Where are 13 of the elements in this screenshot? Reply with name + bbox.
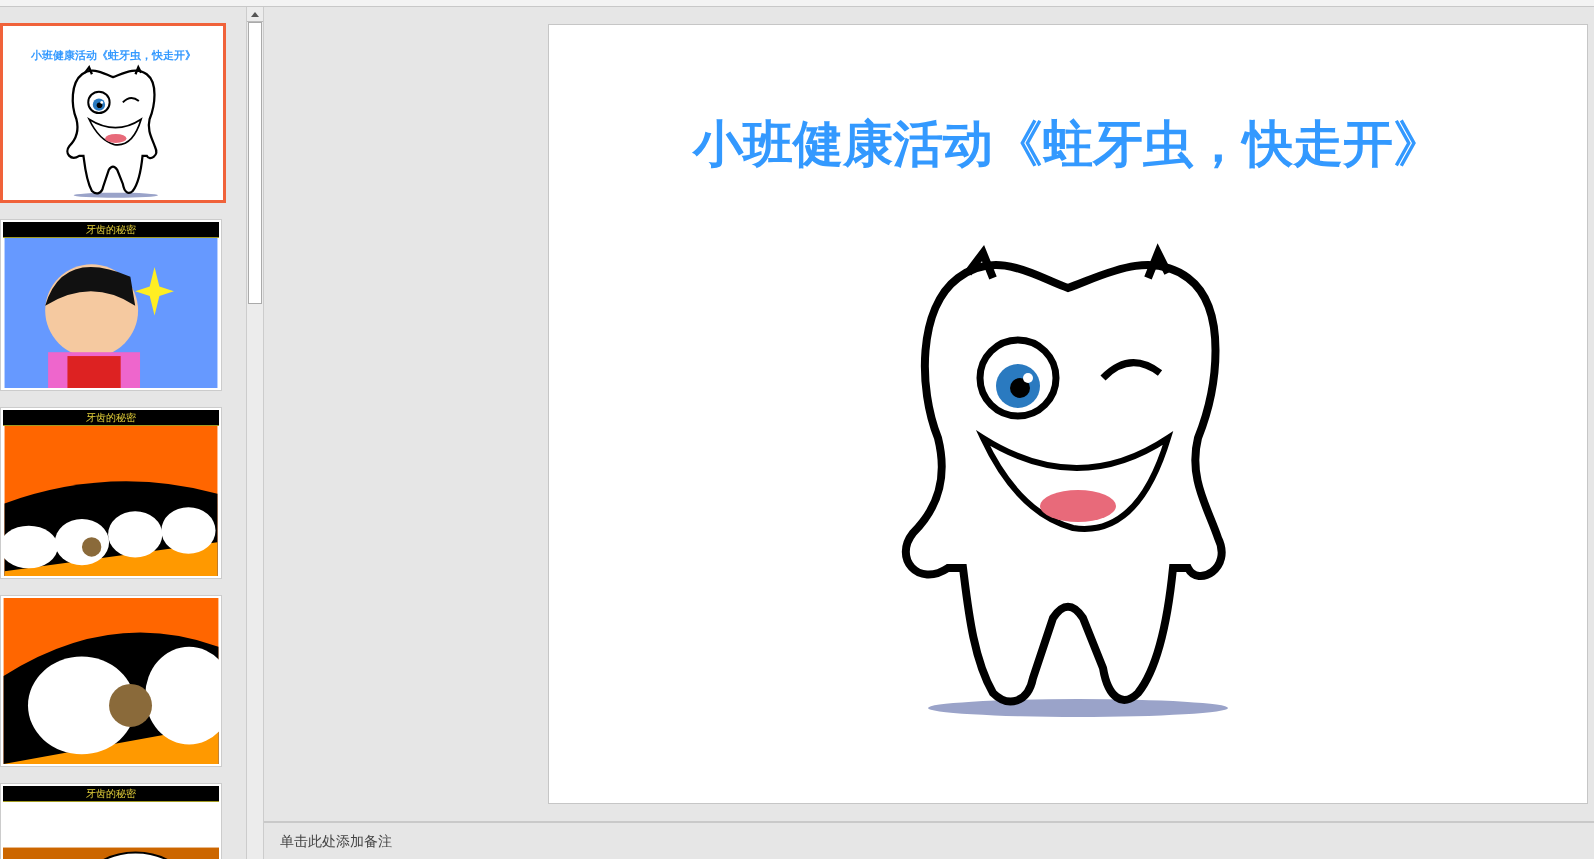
slide-thumbnail[interactable]: 牙齿的秘密 — [0, 219, 222, 391]
slide-thumbnail[interactable]: 牙齿的秘密 — [0, 783, 222, 859]
scroll-up-icon[interactable] — [251, 11, 259, 17]
scroll-thumb[interactable] — [248, 22, 262, 304]
thumbnail-title: 小班健康活动《蛀牙虫，快走开》 — [29, 48, 197, 63]
slide-thumbnail[interactable]: 牙齿的秘密 — [0, 407, 222, 579]
sparkle-icon — [135, 267, 174, 316]
scrollbar[interactable] — [246, 7, 264, 859]
notes-field[interactable]: 单击此处添加备注 — [278, 832, 682, 850]
slide-header: 牙齿的秘密 — [3, 222, 219, 238]
slide-header: 牙齿的秘密 — [3, 786, 219, 802]
slide-header: 牙齿的秘密 — [3, 410, 219, 426]
slide-title: 小班健康活动《蛀牙虫，快走开》 — [693, 114, 1443, 175]
